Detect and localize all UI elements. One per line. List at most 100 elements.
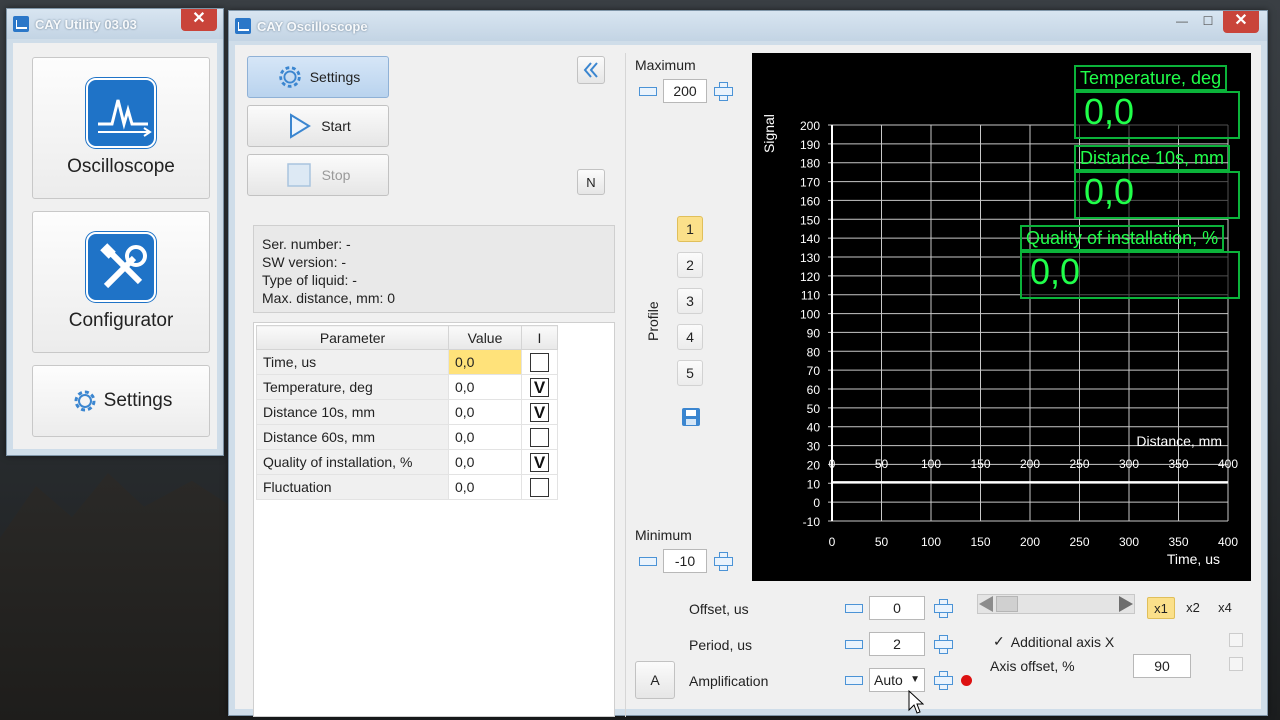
maximize-button[interactable]: ☐ <box>1195 11 1221 33</box>
device-info-panel: Ser. number: - SW version: - Type of liq… <box>253 225 615 313</box>
parameter-value[interactable]: 0,0 <box>448 374 522 400</box>
y-tick-label: 30 <box>807 440 821 454</box>
axis-offset-input[interactable]: 90 <box>1133 654 1191 678</box>
y-tick-label: 170 <box>800 176 820 190</box>
column-header-parameter[interactable]: Parameter <box>256 325 449 350</box>
profile-button-1[interactable]: 1 <box>677 216 703 242</box>
profile-button-3[interactable]: 3 <box>677 288 703 314</box>
offset-input[interactable]: 0 <box>869 596 925 620</box>
x-tick-label: 350 <box>1168 535 1188 549</box>
save-icon[interactable] <box>680 406 702 428</box>
y-tick-label: 90 <box>807 326 821 340</box>
parameter-checkbox[interactable]: V <box>530 377 549 397</box>
configurator-button[interactable]: Configurator <box>32 211 210 353</box>
zoom-button-x1[interactable]: x1 <box>1147 597 1175 619</box>
offset-decrease-icon[interactable] <box>843 598 863 618</box>
x-tick-label: 400 <box>1218 535 1238 549</box>
parameter-checkbox[interactable]: V <box>530 452 549 472</box>
x2-tick-label: 400 <box>1218 457 1238 471</box>
a-button[interactable]: A <box>635 661 675 699</box>
utility-settings-label: Settings <box>103 390 173 411</box>
y-tick-label: 150 <box>800 213 820 227</box>
column-header-indicator[interactable]: I <box>521 325 558 350</box>
parameter-value[interactable]: 0,0 <box>448 449 522 475</box>
table-row[interactable]: Quality of installation, % 0,0 V <box>256 449 558 475</box>
parameter-name: Quality of installation, % <box>256 449 449 475</box>
oscilloscope-display: 200 190 180 170 160 150 140 130 120 110 100 90 80 70 6… <box>752 53 1251 581</box>
parameter-checkbox[interactable] <box>530 427 549 447</box>
amplification-select[interactable]: Auto ▼ <box>869 668 925 692</box>
zoom-button-x2[interactable]: x2 <box>1179 597 1207 619</box>
utility-close-button[interactable]: ✕ <box>181 9 217 31</box>
parameter-checkbox[interactable]: V <box>530 402 549 422</box>
additional-axis-option[interactable]: ✓ Additional axis X <box>993 633 1114 650</box>
collapse-button[interactable] <box>577 56 605 84</box>
start-button[interactable]: Start <box>247 105 389 147</box>
y-tick-label: 0 <box>813 496 820 510</box>
parameter-checkbox[interactable] <box>530 352 549 372</box>
table-row[interactable]: Distance 10s, mm 0,0 V <box>256 399 558 425</box>
stop-button[interactable]: Stop <box>247 154 389 196</box>
parameter-checkbox[interactable] <box>530 477 549 497</box>
table-row[interactable]: Distance 60s, mm 0,0 <box>256 424 558 450</box>
parameter-indicator-cell <box>521 424 558 450</box>
offset-increase-icon[interactable] <box>933 598 953 618</box>
maximum-increase-icon[interactable] <box>713 81 733 101</box>
x2-tick-label: 50 <box>875 457 889 471</box>
y-tick-label: 160 <box>800 194 820 208</box>
parameter-value[interactable]: 0,0 <box>448 399 522 425</box>
y-tick-label: -10 <box>803 515 821 529</box>
settings-button[interactable]: Settings <box>247 56 389 98</box>
sw-version: SW version: - <box>262 254 347 270</box>
zoom-button-x4[interactable]: x4 <box>1211 597 1239 619</box>
minimize-button[interactable]: — <box>1169 11 1195 33</box>
profile-button-2[interactable]: 2 <box>677 252 703 278</box>
table-row[interactable]: Time, us 0,0 <box>256 349 558 375</box>
y-tick-label: 20 <box>807 458 821 472</box>
oscilloscope-close-button[interactable]: ✕ <box>1223 11 1259 33</box>
x2-tick-label: 350 <box>1168 457 1188 471</box>
oscilloscope-button[interactable]: Oscilloscope <box>32 57 210 199</box>
table-row[interactable]: Temperature, deg 0,0 V <box>256 374 558 400</box>
option-checkbox[interactable] <box>1229 657 1243 671</box>
period-increase-icon[interactable] <box>933 634 953 654</box>
column-header-value[interactable]: Value <box>448 325 522 350</box>
minimum-increase-icon[interactable] <box>713 551 733 571</box>
parameter-value[interactable]: 0,0 <box>448 474 522 500</box>
x-tick-label: 0 <box>829 535 836 549</box>
desktop-background <box>0 473 240 720</box>
status-indicator-icon <box>961 675 972 686</box>
amplification-decrease-icon[interactable] <box>843 670 863 690</box>
oscilloscope-window: CAY Oscilloscope — ☐ ✕ Settings Start St… <box>228 10 1268 717</box>
scroll-right-icon[interactable] <box>1119 596 1133 612</box>
profile-button-4[interactable]: 4 <box>677 324 703 350</box>
period-decrease-icon[interactable] <box>843 634 863 654</box>
option-checkbox[interactable] <box>1229 633 1243 647</box>
y-tick-label: 190 <box>800 138 820 152</box>
utility-settings-button[interactable]: Settings <box>32 365 210 437</box>
serial-number: Ser. number: - <box>262 236 351 252</box>
parameter-name: Distance 60s, mm <box>256 424 449 450</box>
utility-titlebar[interactable]: CAY Utility 03.03 ✕ <box>7 9 223 39</box>
parameter-value[interactable]: 0,0 <box>448 424 522 450</box>
maximum-decrease-icon[interactable] <box>637 81 657 101</box>
horizontal-scrollbar[interactable] <box>977 594 1135 614</box>
minimum-input[interactable]: -10 <box>663 549 707 573</box>
parameter-indicator-cell: V <box>521 399 558 425</box>
parameter-value[interactable]: 0,0 <box>448 349 522 375</box>
x-axis-label: Time, us <box>1167 551 1220 567</box>
period-input[interactable]: 2 <box>869 632 925 656</box>
additional-axis-checkbox[interactable]: ✓ <box>993 633 1005 650</box>
oscilloscope-titlebar[interactable]: CAY Oscilloscope — ☐ ✕ <box>229 11 1267 41</box>
table-row[interactable]: Fluctuation 0,0 <box>256 474 558 500</box>
scroll-thumb[interactable] <box>996 596 1018 612</box>
n-button[interactable]: N <box>577 169 605 195</box>
amplification-increase-icon[interactable] <box>933 670 953 690</box>
profile-button-5[interactable]: 5 <box>677 360 703 386</box>
scroll-left-icon[interactable] <box>979 596 993 612</box>
minimum-decrease-icon[interactable] <box>637 551 657 571</box>
max-distance: Max. distance, mm: 0 <box>262 290 396 306</box>
y-tick-label: 70 <box>807 364 821 378</box>
stop-icon <box>286 163 311 187</box>
maximum-input[interactable]: 200 <box>663 79 707 103</box>
